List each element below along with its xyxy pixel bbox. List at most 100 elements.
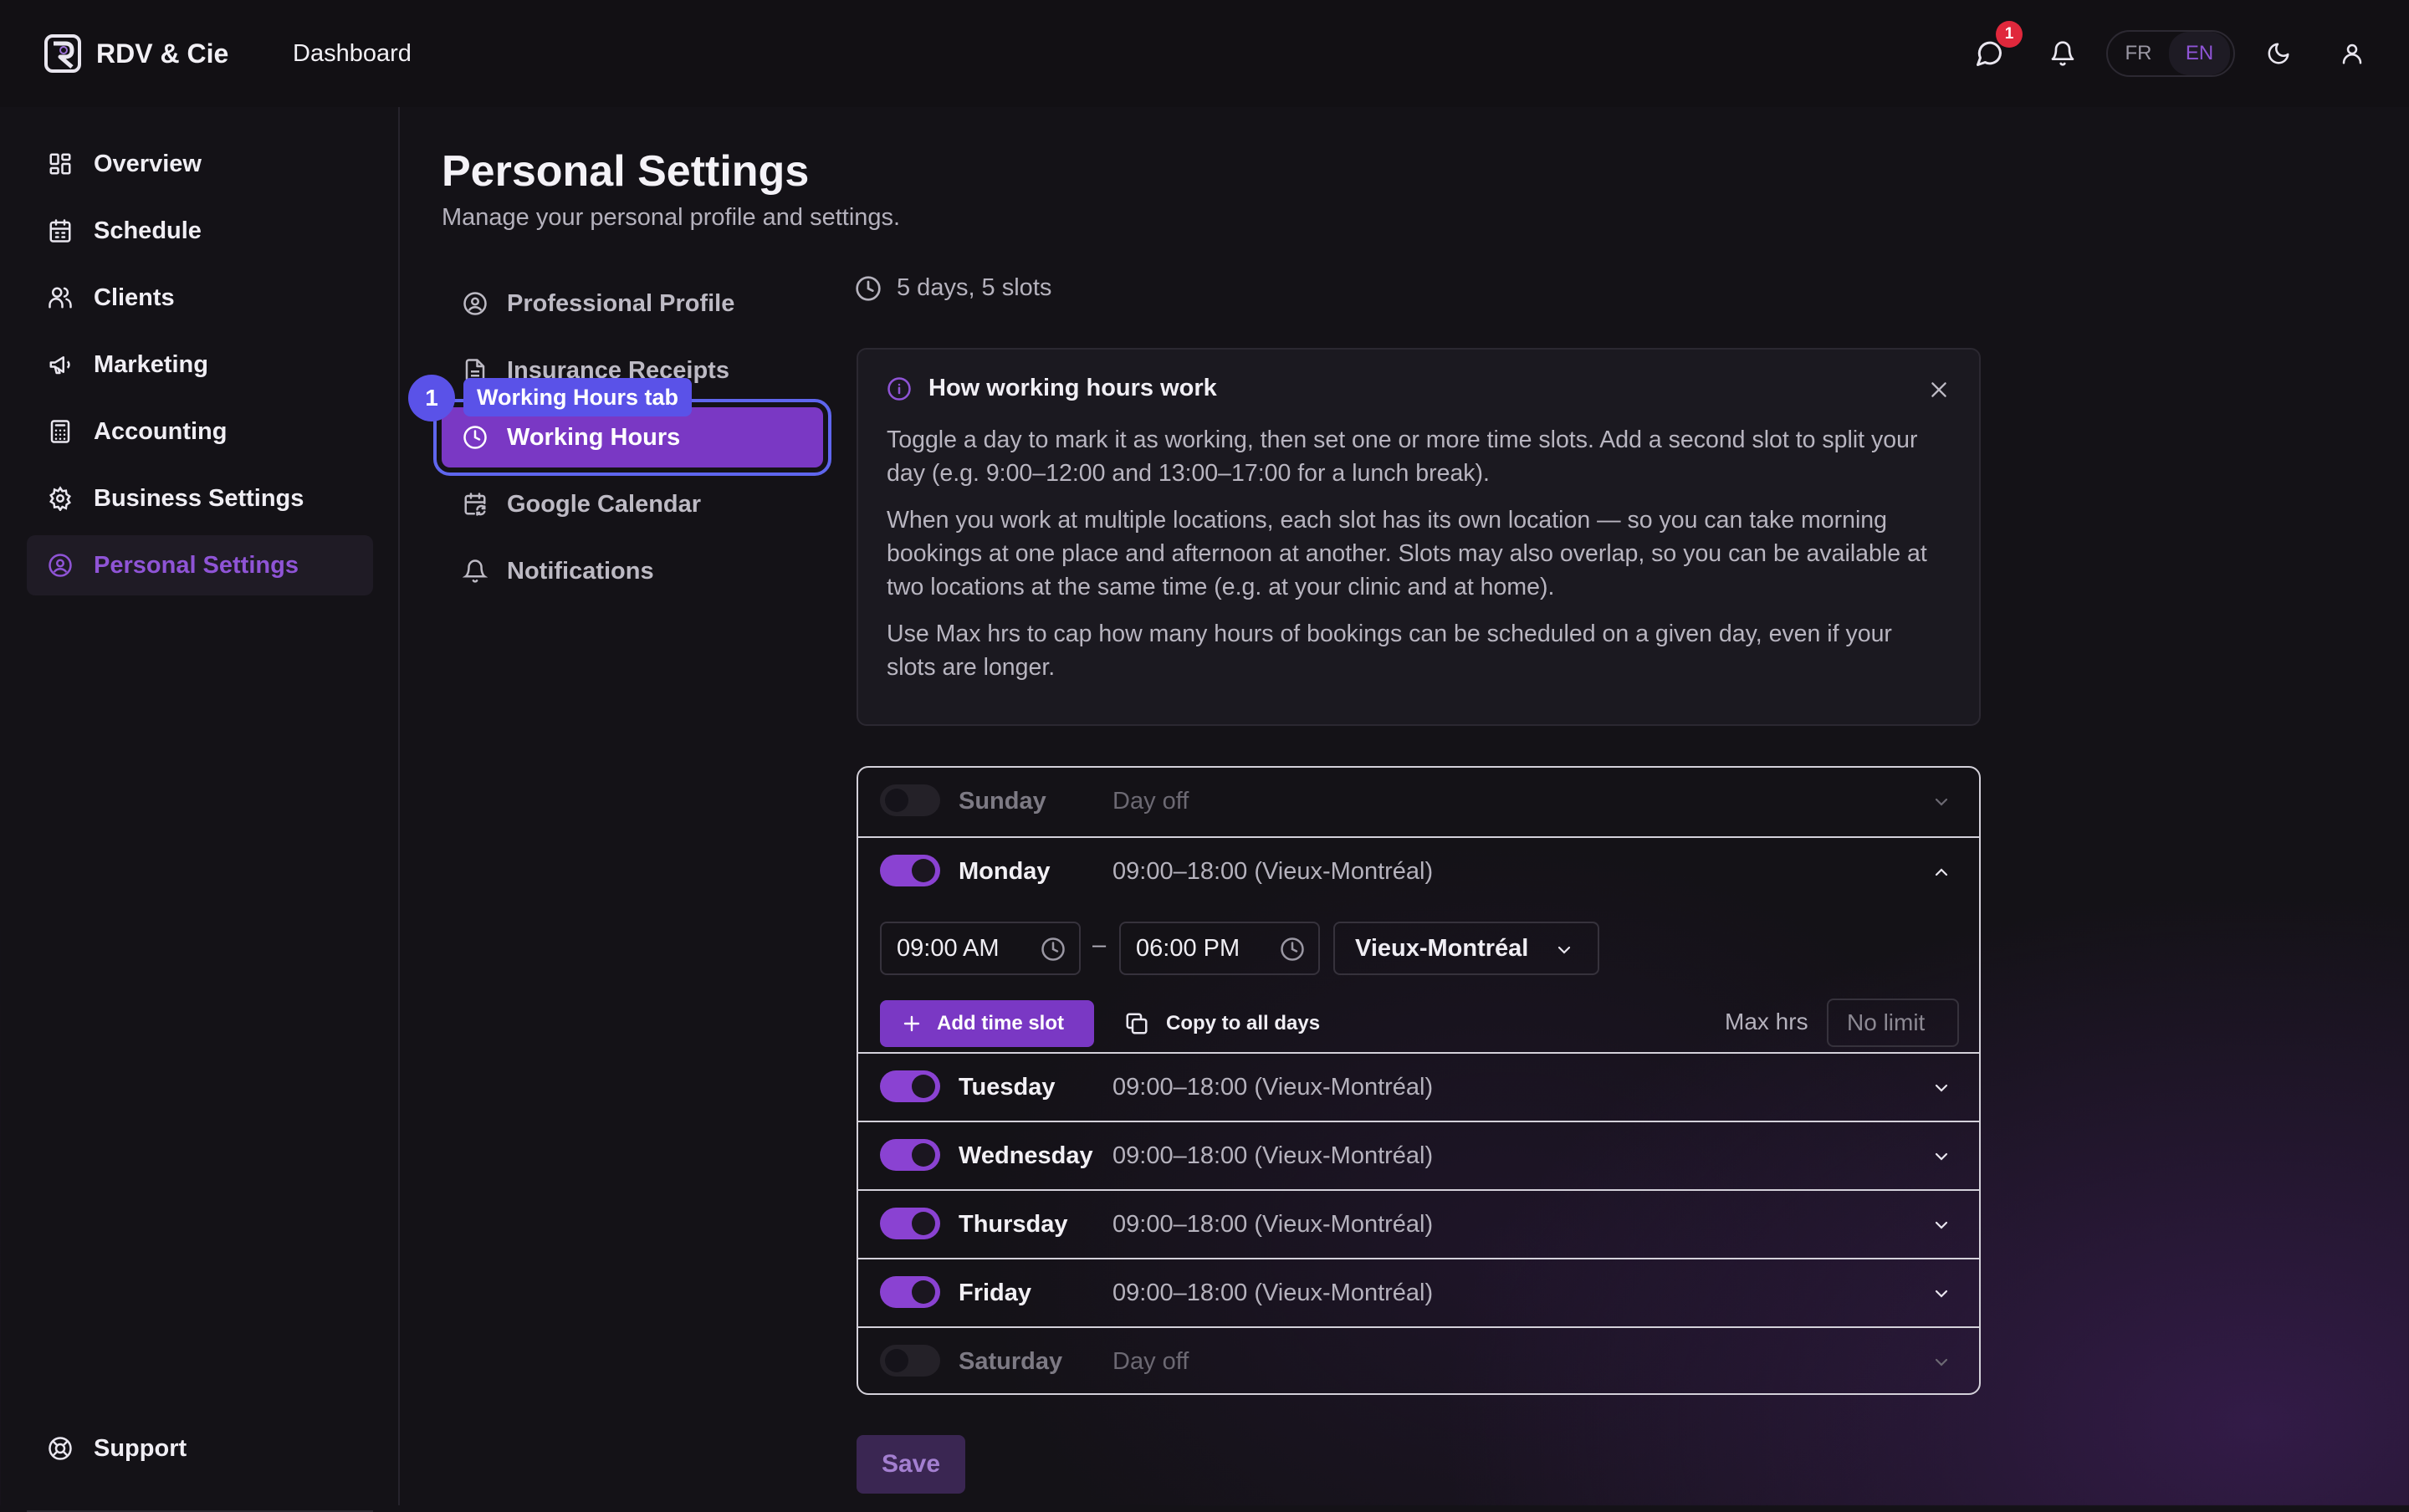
- day-row-wednesday[interactable]: Wednesday 09:00–18:00 (Vieux-Montréal): [858, 1121, 1979, 1189]
- sidebar-item-label: Marketing: [94, 350, 208, 378]
- calendar-sync-icon: [460, 492, 490, 517]
- calendar-icon: [43, 218, 77, 243]
- user-circle-icon: [460, 291, 490, 316]
- dashboard-link[interactable]: Dashboard: [293, 37, 412, 70]
- clock-icon: [460, 425, 490, 450]
- day-row-sunday[interactable]: Sunday Day off: [858, 768, 1979, 836]
- add-time-slot-button[interactable]: Add time slot: [880, 1000, 1094, 1047]
- user-circle-icon: [43, 553, 77, 578]
- copy-to-all-days-button[interactable]: Copy to all days: [1124, 1000, 1320, 1047]
- slot-end-time-field[interactable]: 06:00 PM: [1119, 922, 1320, 975]
- tab-label: Google Calendar: [507, 490, 702, 518]
- chevron-down-icon[interactable]: [1929, 789, 1954, 815]
- account-button[interactable]: [2330, 32, 2374, 75]
- working-hours-summary: 5 days, 5 slots: [855, 274, 1051, 302]
- chevron-down-icon[interactable]: [1929, 1350, 1954, 1375]
- day-summary: 09:00–18:00 (Vieux-Montréal): [1112, 858, 1434, 885]
- day-toggle[interactable]: [880, 784, 940, 816]
- tab-notifications[interactable]: Notifications: [442, 541, 823, 601]
- sidebar-item-overview[interactable]: Overview: [27, 134, 373, 194]
- day-row-thursday[interactable]: Thursday 09:00–18:00 (Vieux-Montréal): [858, 1189, 1979, 1258]
- sidebar-item-label: Accounting: [94, 417, 228, 445]
- max-hours-field: [1827, 999, 1959, 1047]
- brand-name[interactable]: RDV & Cie: [96, 35, 228, 72]
- chevron-down-icon[interactable]: [1929, 1075, 1954, 1101]
- copy-icon: [1124, 1011, 1149, 1036]
- plus-icon: [902, 1014, 922, 1034]
- slot-location-select[interactable]: Vieux-Montréal: [1333, 922, 1599, 975]
- day-toggle[interactable]: [880, 1345, 940, 1377]
- tab-google-calendar[interactable]: Google Calendar: [442, 474, 823, 534]
- theme-toggle-button[interactable]: [2257, 32, 2300, 75]
- lifebuoy-icon: [43, 1436, 77, 1461]
- day-name: Wednesday: [959, 1142, 1093, 1169]
- summary-text: 5 days, 5 slots: [897, 274, 1052, 301]
- info-header: How working hours work: [887, 375, 1217, 402]
- lang-en-button[interactable]: EN: [2169, 32, 2230, 75]
- day-summary: Day off: [1112, 788, 1189, 815]
- time-separator: –: [1092, 932, 1107, 958]
- day-row-friday[interactable]: Friday 09:00–18:00 (Vieux-Montréal): [858, 1258, 1979, 1326]
- lang-fr-button[interactable]: FR: [2108, 32, 2169, 75]
- chevron-down-icon[interactable]: [1929, 1281, 1954, 1306]
- sidebar-item-marketing[interactable]: Marketing: [27, 335, 373, 395]
- info-paragraph: Toggle a day to mark it as working, then…: [887, 427, 1918, 487]
- close-icon: [1928, 379, 1950, 401]
- notifications-button[interactable]: [2041, 32, 2084, 75]
- sidebar-item-support[interactable]: Support: [27, 1418, 373, 1479]
- copy-to-all-days-label: Copy to all days: [1166, 1012, 1321, 1034]
- day-summary: 09:00–18:00 (Vieux-Montréal): [1112, 1142, 1434, 1169]
- add-time-slot-label: Add time slot: [937, 1012, 1065, 1034]
- tooltip-step-number: 1: [408, 375, 455, 421]
- sidebar-item-label: Clients: [94, 284, 175, 311]
- info-paragraph: Use Max hrs to cap how many hours of boo…: [887, 621, 1892, 681]
- bell-icon: [460, 559, 490, 584]
- tab-professional-profile[interactable]: Professional Profile: [442, 273, 823, 334]
- day-toggle[interactable]: [880, 1208, 940, 1239]
- day-name: Tuesday: [959, 1074, 1056, 1101]
- users-icon: [43, 285, 77, 310]
- end-time-value: 06:00 PM: [1136, 934, 1240, 962]
- day-name: Thursday: [959, 1211, 1068, 1238]
- chevron-down-icon: [1554, 940, 1574, 960]
- chevron-up-icon[interactable]: [1929, 860, 1954, 885]
- day-row-saturday[interactable]: Saturday Day off: [858, 1326, 1979, 1393]
- start-time-value: 09:00 AM: [897, 934, 1000, 962]
- day-row-monday: Monday 09:00–18:00 (Vieux-Montréal) 09:0…: [858, 836, 1979, 1052]
- sidebar-item-label: Personal Settings: [94, 551, 299, 579]
- brand-logo-icon[interactable]: [43, 33, 82, 74]
- location-value: Vieux-Montréal: [1355, 934, 1529, 962]
- day-summary: 09:00–18:00 (Vieux-Montréal): [1112, 1074, 1434, 1101]
- day-row-tuesday[interactable]: Tuesday 09:00–18:00 (Vieux-Montréal): [858, 1052, 1979, 1121]
- sidebar-item-personal-settings[interactable]: Personal Settings: [27, 535, 373, 595]
- day-toggle[interactable]: [880, 1276, 940, 1308]
- day-summary: 09:00–18:00 (Vieux-Montréal): [1112, 1280, 1434, 1306]
- page-title: Personal Settings: [442, 147, 810, 196]
- clock-icon: [855, 275, 882, 302]
- save-button[interactable]: Save: [857, 1435, 965, 1494]
- close-info-button[interactable]: [1924, 375, 1954, 405]
- slot-start-time-field[interactable]: 09:00 AM: [880, 922, 1081, 975]
- sidebar-item-business-settings[interactable]: Business Settings: [27, 468, 373, 529]
- days-list: Sunday Day off Monday 09:00–18:00 (Vieux…: [857, 766, 1981, 1395]
- sidebar-item-label: Support: [94, 1434, 187, 1462]
- day-name: Saturday: [959, 1348, 1063, 1375]
- messages-badge: 1: [1996, 21, 2023, 48]
- day-toggle[interactable]: [880, 1139, 940, 1171]
- sidebar-item-clients[interactable]: Clients: [27, 268, 373, 328]
- tooltip-label: Working Hours tab: [463, 378, 693, 416]
- sidebar-item-label: Schedule: [94, 217, 202, 244]
- sidebar-item-schedule[interactable]: Schedule: [27, 201, 373, 261]
- megaphone-icon: [43, 352, 77, 377]
- max-hours-label: Max hrs: [1725, 1009, 1808, 1034]
- sidebar-item-label: Overview: [94, 150, 202, 177]
- tab-label: Working Hours: [507, 423, 681, 451]
- day-toggle[interactable]: [880, 855, 940, 886]
- clock-icon: [1280, 937, 1305, 962]
- tab-label: Notifications: [507, 557, 654, 585]
- chevron-down-icon[interactable]: [1929, 1144, 1954, 1169]
- day-toggle[interactable]: [880, 1070, 940, 1102]
- sidebar-item-accounting[interactable]: Accounting: [27, 401, 373, 462]
- max-hours-input[interactable]: [1828, 1000, 1957, 1045]
- chevron-down-icon[interactable]: [1929, 1213, 1954, 1238]
